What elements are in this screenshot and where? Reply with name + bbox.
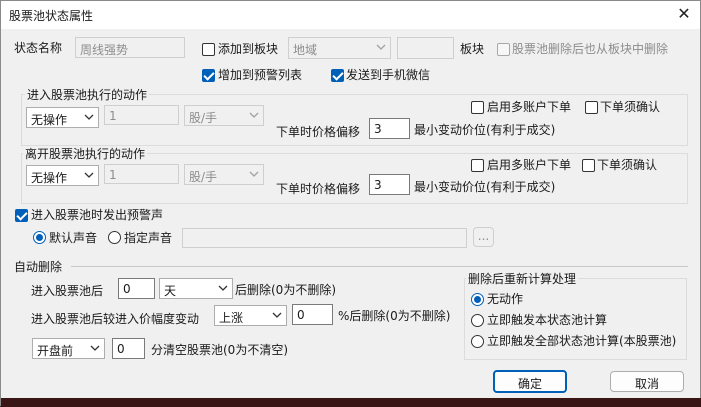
title-bar: 股票池状态属性 ✕ xyxy=(1,1,700,29)
leave-action-value: 无操作 xyxy=(31,171,68,185)
recalc-option-none-radio[interactable] xyxy=(471,293,484,306)
chevron-down-icon xyxy=(376,44,386,50)
leave-multi-account-label: 启用多账户下单 xyxy=(487,158,572,172)
add-to-warning-label: 增加到预警列表 xyxy=(218,68,303,82)
enter-multi-account-label: 启用多账户下单 xyxy=(487,100,572,114)
enter-qty-value: 1 xyxy=(109,109,117,123)
clear-time-select[interactable]: 开盘前 xyxy=(32,338,105,359)
leave-min-tick-label: 最小变动价位(有利于成交) xyxy=(414,180,556,194)
warning-sound-checkbox[interactable] xyxy=(15,209,28,222)
chevron-down-icon xyxy=(249,171,259,177)
leave-confirm-label: 下单须确认 xyxy=(597,158,658,172)
recalc-option-self-label: 立即触发本状态池计算 xyxy=(487,313,608,327)
clear-minutes-value: 0 xyxy=(117,342,125,356)
recalc-option-all-radio[interactable] xyxy=(471,335,484,348)
chevron-down-icon xyxy=(272,312,282,318)
enter-price-offset-label: 下单时价格偏移 xyxy=(276,125,361,139)
clear-minutes-suffix: 分清空股票池(0为不清空) xyxy=(151,343,288,357)
browse-sound-label: ... xyxy=(477,229,490,243)
clear-time-value: 开盘前 xyxy=(37,344,74,358)
send-to-wechat-checkbox[interactable] xyxy=(331,69,344,82)
block-category-select[interactable]: 地域 xyxy=(288,37,391,59)
add-to-block-label: 添加到板块 xyxy=(218,42,279,56)
stock-pool-properties-dialog: 股票池状态属性 ✕ 状态名称 周线强势 添加到板块 地域 板块 股票池删除后也从… xyxy=(0,0,701,407)
enter-price-offset-input[interactable]: 3 xyxy=(369,118,410,139)
recalc-option-all-label: 立即触发全部状态池计算(本股票池) xyxy=(487,334,677,348)
default-sound-label: 默认声音 xyxy=(49,231,98,245)
block-label: 板块 xyxy=(460,42,485,56)
leave-confirm-checkbox[interactable] xyxy=(582,159,595,172)
leave-price-offset-label: 下单时价格偏移 xyxy=(276,182,361,196)
enter-unit-value: 股/手 xyxy=(189,111,218,125)
leave-qty-value: 1 xyxy=(109,168,117,182)
auto-delete-divider xyxy=(71,266,688,267)
enter-multi-account-checkbox[interactable] xyxy=(471,101,484,114)
enter-unit-select[interactable]: 股/手 xyxy=(184,105,264,126)
chevron-down-icon xyxy=(84,172,94,178)
block-category-value: 地域 xyxy=(293,43,318,57)
chevron-down-icon xyxy=(218,285,228,291)
delete-change-value: 0 xyxy=(297,308,305,322)
leave-unit-select[interactable]: 股/手 xyxy=(184,164,264,185)
enter-action-value: 无操作 xyxy=(31,113,68,127)
delete-unit-value: 天 xyxy=(164,284,177,298)
delete-days-input[interactable]: 0 xyxy=(118,278,155,299)
recalc-title: 删除后重新计算处理 xyxy=(466,271,579,287)
status-name-value: 周线强势 xyxy=(80,43,129,57)
send-to-wechat-label: 发送到手机微信 xyxy=(346,68,431,82)
sound-path-field[interactable] xyxy=(182,228,467,248)
chevron-down-icon xyxy=(84,114,94,120)
enter-confirm-label: 下单须确认 xyxy=(600,100,661,114)
delete-unit-select[interactable]: 天 xyxy=(159,278,233,299)
enter-confirm-checkbox[interactable] xyxy=(585,101,598,114)
chevron-down-icon xyxy=(249,112,259,118)
cancel-button-label: 取消 xyxy=(634,377,659,391)
remove-from-block-label: 股票池删除后也从板块中删除 xyxy=(512,42,669,56)
delete-days-suffix: 后删除(0为不删除) xyxy=(235,283,336,297)
close-icon[interactable]: ✕ xyxy=(673,3,695,25)
recalc-option-none-label: 无动作 xyxy=(487,292,524,306)
leave-price-offset-input[interactable]: 3 xyxy=(369,174,410,195)
delete-direction-select[interactable]: 上涨 xyxy=(214,305,287,326)
leave-action-title: 离开股票池执行的动作 xyxy=(23,146,148,162)
browse-sound-button[interactable]: ... xyxy=(473,227,494,247)
delete-days-value: 0 xyxy=(123,282,131,296)
leave-qty-field[interactable]: 1 xyxy=(104,164,179,184)
chevron-down-icon xyxy=(90,345,100,351)
remove-from-block-checkbox[interactable] xyxy=(497,43,510,56)
leave-price-offset-value: 3 xyxy=(374,178,382,192)
window-title: 股票池状态属性 xyxy=(9,9,94,23)
ok-button-label: 确定 xyxy=(517,377,542,391)
default-sound-radio[interactable] xyxy=(33,231,46,244)
enter-min-tick-label: 最小变动价位(有利于成交) xyxy=(414,123,556,137)
status-name-field[interactable]: 周线强势 xyxy=(75,37,185,58)
leave-unit-value: 股/手 xyxy=(189,170,218,184)
auto-delete-title: 自动删除 xyxy=(14,260,63,274)
add-to-block-checkbox[interactable] xyxy=(202,43,215,56)
leave-multi-account-checkbox[interactable] xyxy=(471,159,484,172)
delete-days-prefix: 进入股票池后 xyxy=(31,284,104,298)
delete-change-suffix: %后删除(0为不删除) xyxy=(338,309,451,323)
clear-minutes-input[interactable]: 0 xyxy=(112,338,145,359)
custom-sound-radio[interactable] xyxy=(108,231,121,244)
ok-button[interactable]: 确定 xyxy=(493,370,567,393)
delete-change-prefix: 进入股票池后较进入价幅度变动 xyxy=(31,312,200,326)
block-name-field[interactable] xyxy=(397,37,454,59)
enter-action-title: 进入股票池执行的动作 xyxy=(25,87,150,103)
enter-qty-field[interactable]: 1 xyxy=(104,105,179,125)
enter-action-select[interactable]: 无操作 xyxy=(26,107,99,128)
delete-change-input[interactable]: 0 xyxy=(292,304,333,325)
leave-action-select[interactable]: 无操作 xyxy=(26,165,99,186)
cancel-button[interactable]: 取消 xyxy=(610,371,684,392)
delete-direction-value: 上涨 xyxy=(219,311,244,325)
status-name-label: 状态名称 xyxy=(14,41,63,55)
custom-sound-label: 指定声音 xyxy=(124,231,173,245)
enter-price-offset-value: 3 xyxy=(374,122,382,136)
add-to-warning-checkbox[interactable] xyxy=(202,69,215,82)
recalc-option-self-radio[interactable] xyxy=(471,314,484,327)
warning-sound-label: 进入股票池时发出预警声 xyxy=(31,208,164,222)
